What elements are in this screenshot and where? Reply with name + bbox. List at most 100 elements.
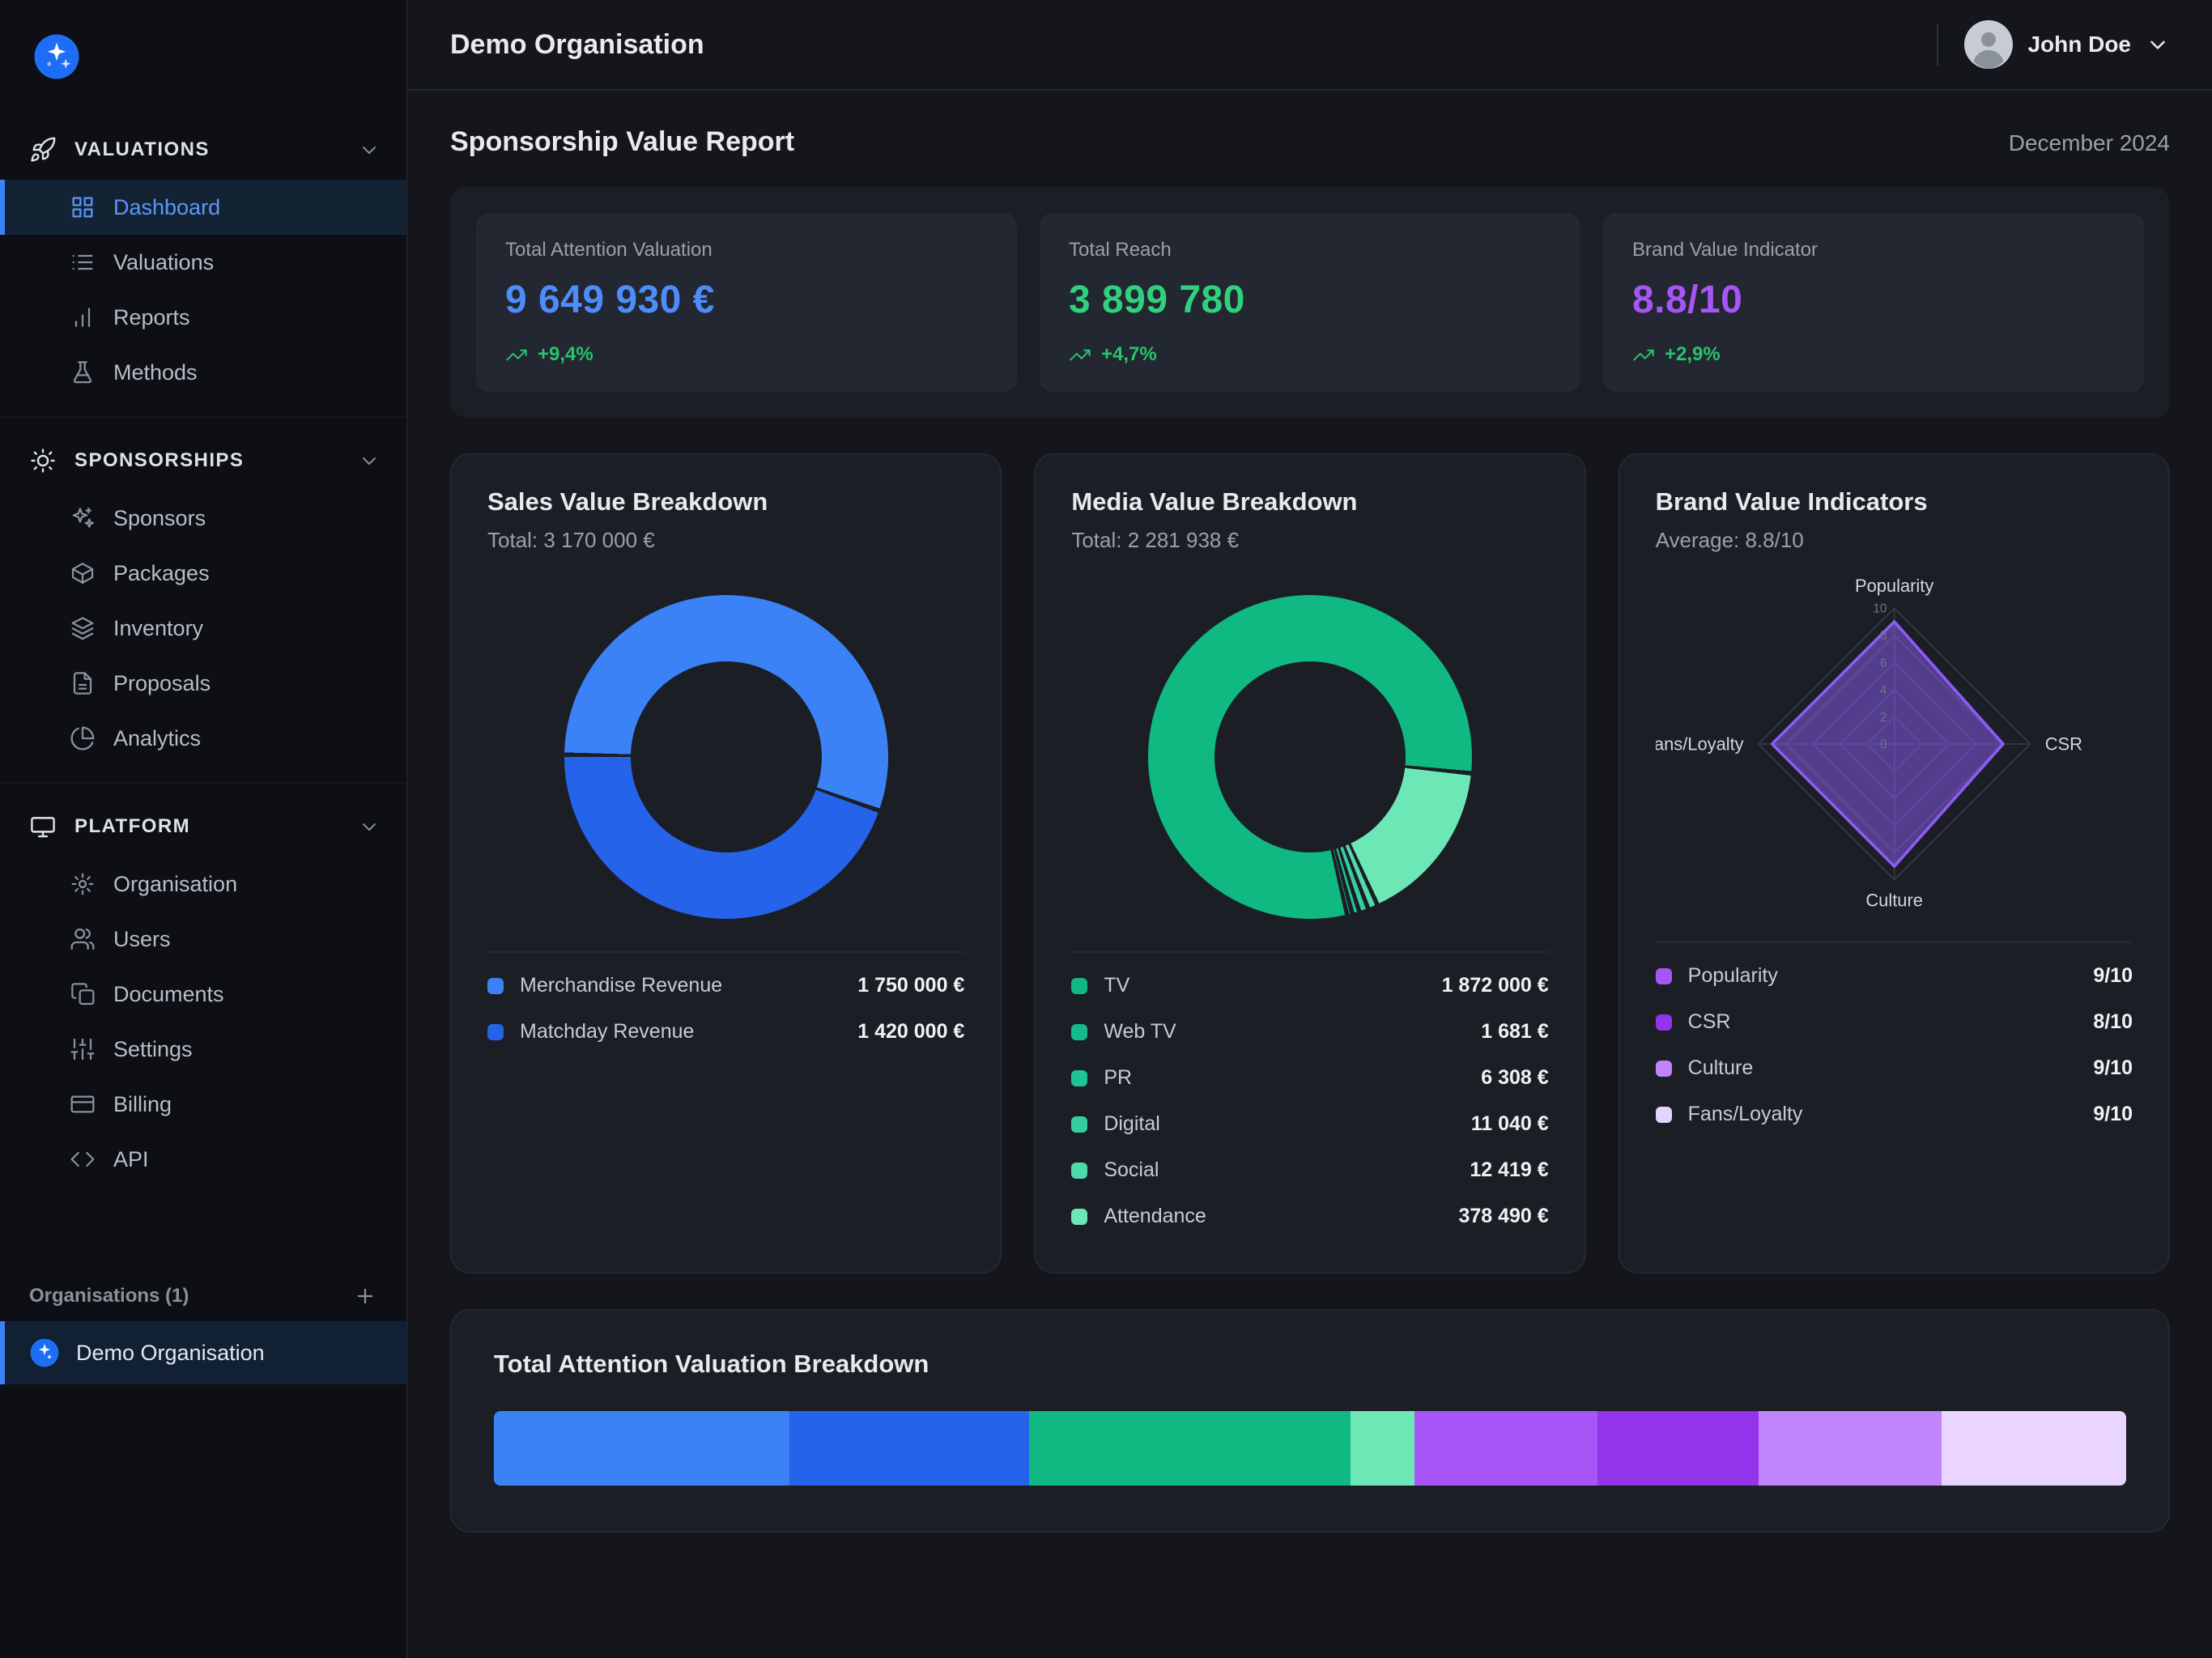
sidebar-section-header-platform[interactable]: PLATFORM — [0, 797, 406, 857]
legend-color-dot — [1656, 968, 1672, 984]
sidebar-item-label: Billing — [113, 1092, 172, 1117]
sidebar-item-analytics[interactable]: Analytics — [0, 711, 406, 766]
stat-delta-value: +9,4% — [538, 343, 593, 366]
sidebar-item-methods[interactable]: Methods — [0, 345, 406, 400]
bar-segment-5 — [1414, 1411, 1597, 1486]
legend-item-digital: Digital11 040 € — [1071, 1101, 1548, 1147]
stat-label: Total Attention Valuation — [505, 239, 988, 261]
stat-value: 8.8/10 — [1632, 278, 2115, 322]
legend-item-pr: PR6 308 € — [1071, 1055, 1548, 1101]
sidebar-item-users[interactable]: Users — [0, 912, 406, 967]
stat-card-total-reach: Total Reach3 899 780+4,7% — [1040, 213, 1580, 392]
card-subtitle: Total: 3 170 000 € — [487, 528, 964, 553]
sales-value-card: Sales Value Breakdown Total: 3 170 000 €… — [450, 453, 1002, 1273]
main-area: Demo Organisation John Doe — [408, 0, 2212, 1658]
rows-icon — [70, 249, 96, 275]
chevron-down-icon — [358, 138, 381, 161]
sidebar-item-settings[interactable]: Settings — [0, 1022, 406, 1077]
sidebar-item-label: Valuations — [113, 250, 214, 275]
svg-text:0: 0 — [1880, 738, 1887, 751]
bar-segment-4 — [1351, 1411, 1414, 1486]
attention-stacked-bar — [494, 1411, 2126, 1486]
sidebar-section-platform: PLATFORM Organisation Users DocumentsSettin… — [0, 782, 406, 1197]
sidebar-item-proposals[interactable]: Proposals — [0, 656, 406, 711]
flask-icon — [70, 359, 96, 385]
trend-icon — [1069, 343, 1091, 366]
legend-color-dot — [1071, 1070, 1087, 1086]
organisation-logo-icon — [29, 1337, 60, 1368]
svg-text:Fans/Loyalty: Fans/Loyalty — [1656, 733, 1744, 754]
sun-icon — [29, 447, 57, 474]
user-menu[interactable]: John Doe — [1964, 20, 2170, 69]
legend-item-fans-loyalty: Fans/Loyalty9/10 — [1656, 1091, 2133, 1137]
package-icon — [70, 560, 96, 586]
sidebar-item-sponsors[interactable]: Sponsors — [0, 491, 406, 546]
stat-delta: +9,4% — [505, 343, 988, 366]
legend-label: Popularity — [1688, 964, 2078, 988]
legend-label: CSR — [1688, 1010, 2078, 1034]
stat-card-total-attention-valuation: Total Attention Valuation 9 649 930 € +9,4… — [476, 213, 1017, 392]
sidebar-item-label: Methods — [113, 360, 198, 385]
sidebar-item-inventory[interactable]: Inventory — [0, 601, 406, 656]
section-label: SPONSORSHIPS — [74, 449, 244, 472]
sidebar-item-demo-organisation[interactable]: Demo Organisation — [0, 1321, 406, 1384]
sidebar-section-valuations: VALUATIONS Dashboard Valuations Reports Meth… — [0, 113, 406, 410]
sales-donut-chart — [564, 595, 888, 919]
sidebar-section-header-valuations[interactable]: VALUATIONS — [0, 120, 406, 180]
add-organisation-button[interactable] — [353, 1284, 377, 1308]
brand-legend: Popularity9/10CSR8/10Culture9/10Fans/Loy… — [1656, 953, 2133, 1137]
code-icon — [70, 1146, 96, 1172]
legend-item-social: Social12 419 € — [1071, 1147, 1548, 1193]
sidebar-item-valuations[interactable]: Valuations — [0, 235, 406, 290]
legend-color-dot — [1656, 1014, 1672, 1031]
legend-value: 1 872 000 € — [1442, 974, 1549, 997]
stat-value: 9 649 930 € — [505, 278, 988, 322]
sidebar-item-packages[interactable]: Packages — [0, 546, 406, 601]
legend-item-web-tv: Web TV1 681 € — [1071, 1009, 1548, 1055]
donut-hole — [1214, 661, 1406, 852]
divider — [1071, 951, 1548, 953]
legend-label: Merchandise Revenue — [520, 974, 841, 997]
card-subtitle: Average: 8.8/10 — [1656, 528, 2133, 553]
user-name: John Doe — [2027, 32, 2131, 57]
avatar — [1964, 20, 2013, 69]
legend-item-attendance: Attendance378 490 € — [1071, 1193, 1548, 1239]
page-title: Demo Organisation — [450, 29, 704, 61]
sidebar-section-header-sponsorships[interactable]: SPONSORSHIPS — [0, 431, 406, 491]
legend-color-dot — [487, 978, 504, 994]
legend-label: Fans/Loyalty — [1688, 1103, 2078, 1126]
sidebar-item-label: Users — [113, 927, 171, 952]
card-title: Media Value Breakdown — [1071, 487, 1548, 517]
sidebar-item-documents[interactable]: Documents — [0, 967, 406, 1022]
legend-value: 1 420 000 € — [857, 1020, 964, 1044]
svg-text:6: 6 — [1880, 657, 1887, 670]
bar-segment-2 — [789, 1411, 1029, 1486]
bar-chart-icon — [70, 304, 96, 330]
legend-item-matchday-revenue: Matchday Revenue1 420 000 € — [487, 1009, 964, 1055]
stat-value: 3 899 780 — [1069, 278, 1551, 322]
bar-segment-3 — [1029, 1411, 1351, 1486]
legend-value: 6 308 € — [1481, 1066, 1548, 1090]
section-label: VALUATIONS — [74, 138, 210, 161]
sidebar-item-dashboard[interactable]: Dashboard — [0, 180, 406, 235]
stat-delta-value: +4,7% — [1101, 343, 1157, 366]
legend-value: 1 681 € — [1481, 1020, 1548, 1044]
chevron-down-icon — [358, 449, 381, 472]
sidebar-item-reports[interactable]: Reports — [0, 290, 406, 345]
sparkles-icon — [70, 505, 96, 531]
stat-delta: +4,7% — [1069, 343, 1551, 366]
sidebar-item-api[interactable]: API — [0, 1132, 406, 1187]
organisations-header: Organisations (1) — [0, 1271, 406, 1321]
sidebar-item-billing[interactable]: Billing — [0, 1077, 406, 1132]
legend-value: 378 490 € — [1458, 1205, 1548, 1228]
legend-label: Digital — [1104, 1112, 1454, 1136]
sidebar-item-organisation[interactable]: Organisation — [0, 857, 406, 912]
card-icon — [70, 1091, 96, 1117]
section-label: PLATFORM — [74, 815, 190, 838]
app-logo[interactable] — [0, 23, 406, 113]
report-period: December 2024 — [2009, 130, 2170, 156]
sidebar-item-label: Sponsors — [113, 506, 206, 531]
legend-label: TV — [1104, 974, 1425, 997]
stat-delta-value: +2,9% — [1665, 343, 1721, 366]
copy-icon — [70, 981, 96, 1007]
